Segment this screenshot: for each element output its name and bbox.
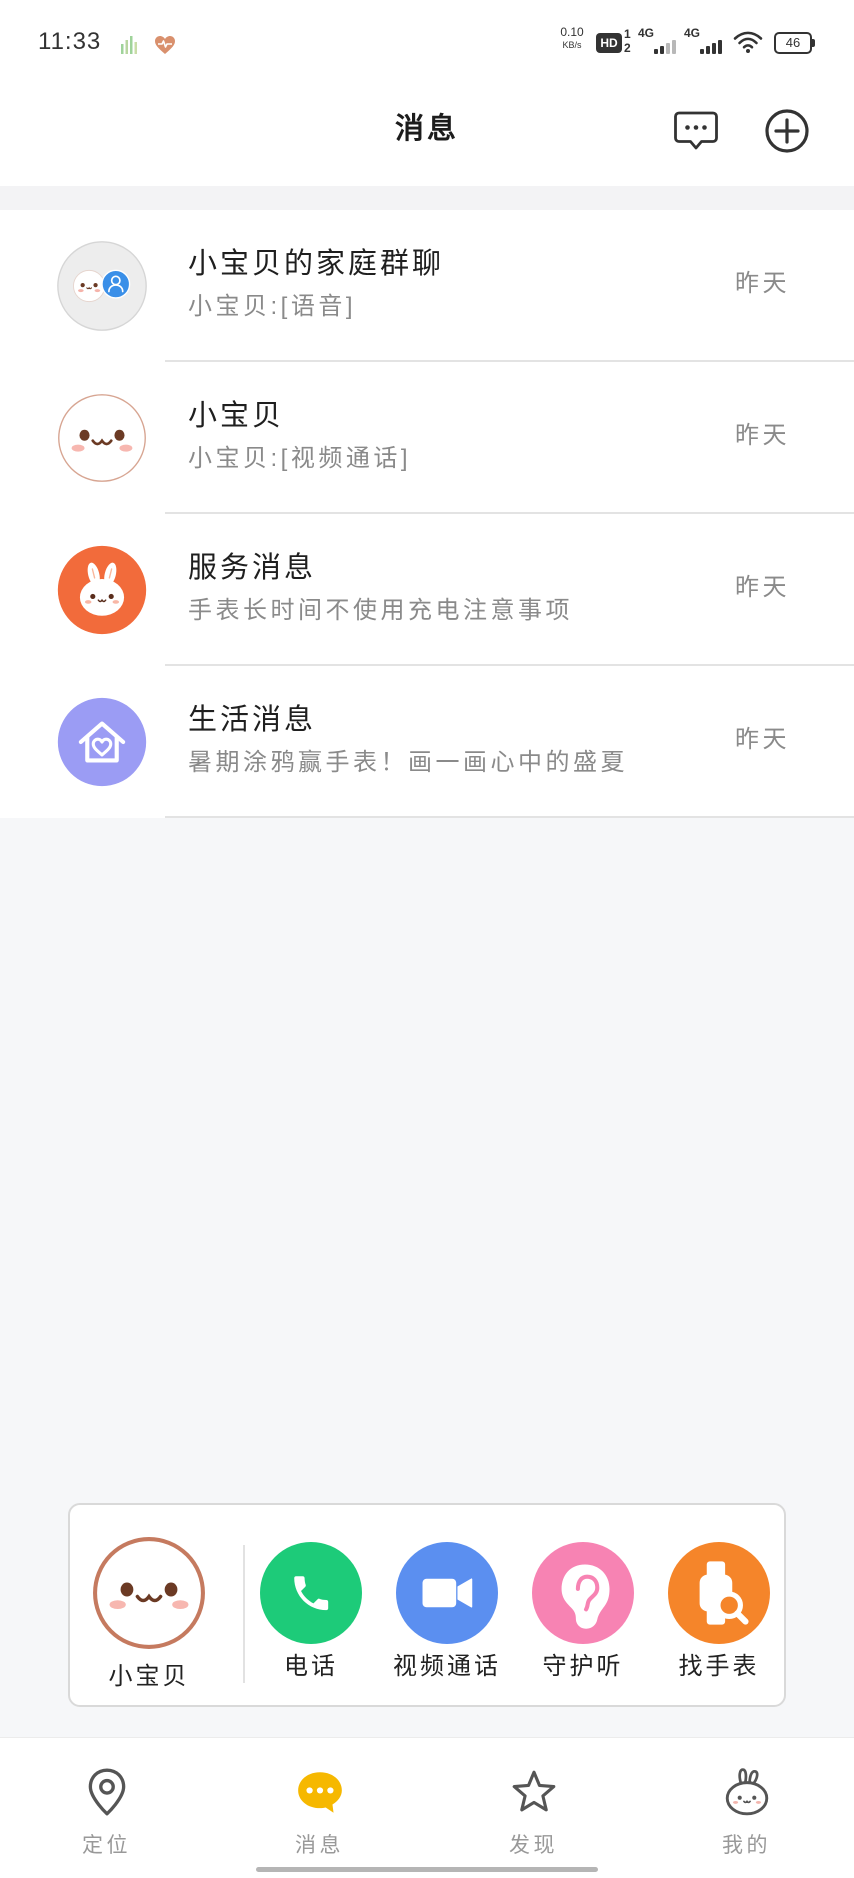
- signal-indicator-2: 4G: [684, 26, 724, 56]
- page-title: 消息: [394, 113, 459, 145]
- conversation-list: 小宝贝的家庭群聊 小宝贝:[语音] 昨天 小宝贝 小宝贝:[视频通话] 昨天 服…: [0, 210, 854, 818]
- heart-icon: [155, 36, 175, 54]
- conversation-item-baby[interactable]: 小宝贝 小宝贝:[视频通话] 昨天: [0, 362, 854, 514]
- guard-listen-button[interactable]: 守护听: [518, 1505, 648, 1705]
- conversation-time: 昨天: [735, 270, 790, 297]
- quick-actions-card: 小宝贝 电话 视频通话 守护听 找手表: [68, 1503, 786, 1707]
- divider: [243, 1545, 245, 1683]
- header: 消息: [0, 84, 854, 186]
- contact-avatar[interactable]: [91, 1535, 207, 1651]
- bottom-nav: 定位 消息 发现 我的: [0, 1737, 854, 1878]
- conversation-title: 服务消息: [188, 552, 317, 584]
- hd-badge: HD: [596, 33, 622, 53]
- conversation-item-family-group[interactable]: 小宝贝的家庭群聊 小宝贝:[语音] 昨天: [0, 210, 854, 362]
- guard-listen-label: 守护听: [542, 1653, 624, 1680]
- find-watch-icon: [668, 1542, 770, 1644]
- conversation-preview: 小宝贝:[语音]: [188, 293, 357, 320]
- network-type-label: 4G: [638, 26, 655, 40]
- conversation-title: 生活消息: [188, 704, 317, 736]
- nav-label: 我的: [722, 1834, 771, 1857]
- contact-name: 小宝贝: [108, 1663, 190, 1690]
- conversation-title: 小宝贝的家庭群聊: [188, 248, 445, 280]
- location-pin-icon: [88, 1768, 126, 1816]
- ear-icon: [532, 1542, 634, 1644]
- baby-face-avatar: [58, 394, 146, 482]
- signal-bars-icon: [700, 40, 722, 54]
- sim1-label: 1: [624, 27, 631, 41]
- phone-call-button[interactable]: 电话: [246, 1505, 376, 1705]
- phone-call-label: 电话: [284, 1653, 338, 1680]
- video-camera-icon: [396, 1542, 498, 1644]
- status-bar: 11:33 0.10 KB/s HD 1 2 4G 4G 46: [0, 0, 854, 84]
- phone-icon: [260, 1542, 362, 1644]
- nav-item-discover[interactable]: 发现: [427, 1738, 640, 1878]
- nav-label: 消息: [295, 1834, 344, 1857]
- battery-nub: [812, 39, 815, 47]
- nav-label: 定位: [82, 1834, 131, 1857]
- section-gap: [0, 186, 854, 210]
- nav-item-messages[interactable]: 消息: [213, 1738, 426, 1878]
- add-circle-icon[interactable]: [764, 108, 810, 154]
- find-watch-button[interactable]: 找手表: [654, 1505, 784, 1705]
- find-watch-label: 找手表: [678, 1653, 760, 1680]
- conversation-preview: 手表长时间不使用充电注意事项: [188, 597, 573, 624]
- conversation-item-service[interactable]: 服务消息 手表长时间不使用充电注意事项 昨天: [0, 514, 854, 666]
- chat-bubble-icon[interactable]: [673, 108, 719, 152]
- activity-bars-icon: [121, 36, 137, 54]
- battery-icon: 46: [774, 32, 812, 54]
- conversation-preview: 小宝贝:[视频通话]: [188, 445, 412, 472]
- network-speed: 0.10 KB/s: [554, 25, 590, 51]
- signal-bars-icon: [654, 40, 676, 54]
- video-call-button[interactable]: 视频通话: [382, 1505, 512, 1705]
- network-speed-value: 0.10: [560, 25, 584, 39]
- sim2-label: 2: [624, 41, 631, 55]
- network-speed-unit: KB/s: [562, 40, 582, 50]
- wifi-icon: [733, 31, 763, 53]
- bunny-icon: [725, 1768, 769, 1816]
- bunny-avatar: [57, 545, 147, 635]
- family-group-avatar: [57, 241, 147, 331]
- signal-indicator-1: 4G: [638, 26, 678, 56]
- video-call-label: 视频通话: [393, 1653, 501, 1680]
- network-type-label: 4G: [684, 26, 701, 40]
- conversation-title: 小宝贝: [188, 400, 285, 432]
- nav-item-profile[interactable]: 我的: [640, 1738, 853, 1878]
- nav-label: 发现: [509, 1834, 558, 1857]
- status-time: 11:33: [38, 28, 102, 55]
- conversation-time: 昨天: [735, 574, 790, 601]
- star-icon: [512, 1770, 556, 1812]
- conversation-time: 昨天: [735, 422, 790, 449]
- nav-item-location[interactable]: 定位: [0, 1738, 213, 1878]
- conversation-preview: 暑期涂鸦赢手表！画一画心中的盛夏: [188, 749, 628, 776]
- conversation-time: 昨天: [735, 726, 790, 753]
- house-heart-avatar: [57, 697, 147, 787]
- chat-bubble-icon: [298, 1772, 342, 1813]
- conversation-item-life[interactable]: 生活消息 暑期涂鸦赢手表！画一画心中的盛夏 昨天: [0, 666, 854, 818]
- home-indicator[interactable]: [256, 1867, 598, 1872]
